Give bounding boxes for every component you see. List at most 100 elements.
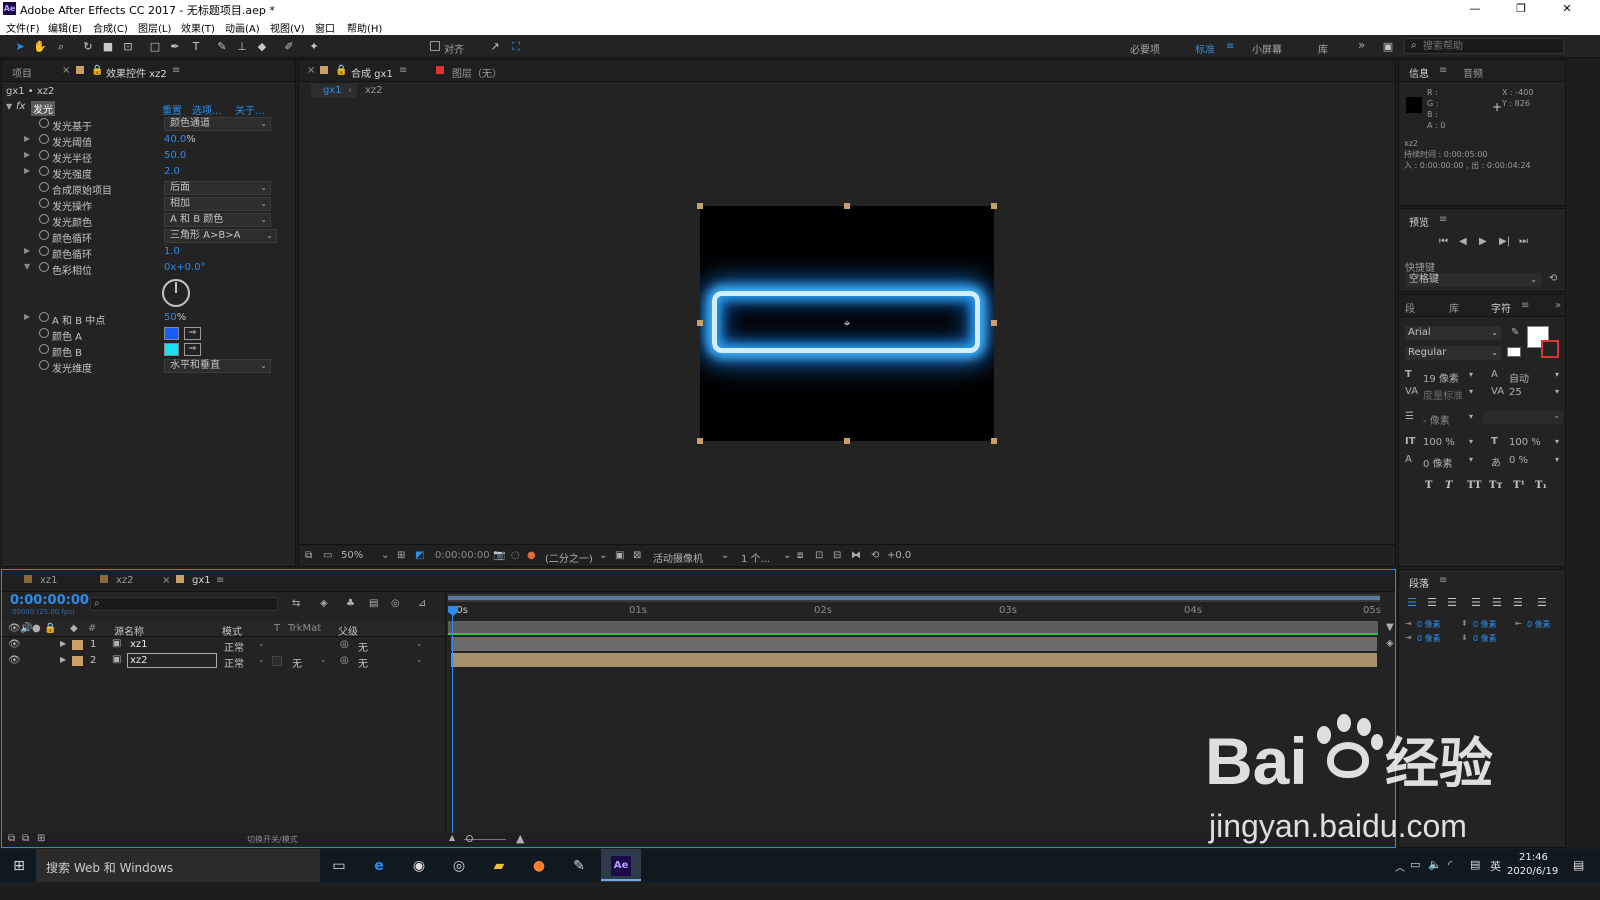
zoom-out-icon[interactable]: ▲ bbox=[449, 833, 455, 842]
exposure-value[interactable]: +0.0 bbox=[887, 550, 911, 561]
current-timecode[interactable]: 0:00:00:00 bbox=[10, 593, 89, 608]
column-parent[interactable]: 父级 bbox=[338, 623, 358, 638]
trkmat-dropdown[interactable]: 无 bbox=[292, 655, 302, 670]
stopwatch-icon[interactable] bbox=[39, 328, 49, 338]
fx-toggle[interactable]: fx bbox=[16, 101, 25, 112]
space-after-value[interactable]: 0 像素 bbox=[1473, 633, 1497, 644]
pickwhip-icon[interactable]: ◎ bbox=[340, 655, 349, 666]
transform-handle[interactable] bbox=[844, 438, 850, 444]
twirl-icon[interactable]: ▶ bbox=[24, 166, 30, 175]
tray-chevron-icon[interactable]: ︿ bbox=[1395, 859, 1405, 874]
mask-visibility-icon[interactable]: ◩ bbox=[415, 550, 424, 561]
zoom-dropdown[interactable]: 50% bbox=[341, 550, 363, 561]
tab-effect-controls[interactable]: 效果控件 xz2 bbox=[106, 65, 167, 80]
stopwatch-icon[interactable] bbox=[39, 134, 49, 144]
font-style-dropdown[interactable]: Regular ⌄ bbox=[1405, 346, 1501, 360]
taskbar-search-box[interactable]: 搜索 Web 和 Windows bbox=[36, 849, 320, 882]
menu-composition[interactable]: 合成(C) bbox=[93, 20, 128, 35]
leading-value[interactable]: 自动 bbox=[1509, 370, 1529, 385]
task-view-icon[interactable]: ▭ bbox=[328, 855, 350, 877]
shortcut-dropdown[interactable]: 空格键 ⌄ bbox=[1405, 273, 1541, 287]
tab-composition[interactable]: 合成 gx1 bbox=[351, 65, 393, 80]
tab-gx1[interactable]: gx1 bbox=[192, 575, 211, 586]
reset-exposure-icon[interactable]: ⟲ bbox=[871, 550, 879, 561]
stopwatch-icon[interactable] bbox=[39, 118, 49, 128]
parent-dropdown[interactable]: 无 bbox=[358, 639, 368, 654]
monitor-icon[interactable]: ▭ bbox=[323, 550, 332, 561]
font-size-value[interactable]: 19 像素 bbox=[1423, 370, 1459, 385]
align-right-icon[interactable]: ☰ bbox=[1447, 596, 1457, 609]
flow-xz2[interactable]: xz2 bbox=[365, 85, 383, 96]
justify-left-icon[interactable]: ☰ bbox=[1471, 596, 1481, 609]
selection-icon[interactable]: ➤ bbox=[12, 39, 28, 54]
tab-character[interactable]: 字符 bbox=[1491, 300, 1511, 315]
transform-handle[interactable] bbox=[697, 438, 703, 444]
column-source-name[interactable]: 源名称 bbox=[114, 623, 144, 638]
next-frame-icon[interactable]: ▶| bbox=[1499, 236, 1510, 247]
snap-checkbox[interactable] bbox=[430, 41, 440, 51]
tab-info[interactable]: 信息 bbox=[1409, 65, 1429, 80]
help-search-box[interactable]: ⌕ bbox=[1404, 38, 1564, 54]
timeline-icon[interactable]: ⊟ bbox=[833, 550, 841, 561]
workspace-libraries[interactable]: 库 bbox=[1318, 41, 1328, 56]
type-icon[interactable]: T bbox=[188, 39, 204, 54]
menu-effect[interactable]: 效果(T) bbox=[181, 20, 215, 35]
collapse-icon[interactable]: ⧉ bbox=[22, 833, 29, 844]
panel-menu-icon[interactable]: ≡ bbox=[1521, 300, 1529, 311]
rotate-icon[interactable]: ↻ bbox=[80, 39, 96, 54]
lock-icon[interactable]: 🔒 bbox=[91, 65, 103, 76]
panel-menu-icon[interactable]: ≡ bbox=[172, 65, 180, 76]
justify-all-icon[interactable]: ☰ bbox=[1537, 596, 1547, 609]
options-link[interactable]: 选项... bbox=[192, 102, 222, 117]
horizontal-scale-value[interactable]: 100 % bbox=[1509, 437, 1541, 448]
stopwatch-icon[interactable] bbox=[39, 166, 49, 176]
stopwatch-icon[interactable] bbox=[39, 230, 49, 240]
graph-editor-icon[interactable]: ⊿ bbox=[418, 598, 426, 609]
pan-behind-icon[interactable]: ⊡ bbox=[120, 39, 136, 54]
transform-handle[interactable] bbox=[991, 203, 997, 209]
work-area-range[interactable] bbox=[448, 596, 1380, 600]
hand-icon[interactable]: ✋ bbox=[32, 39, 48, 54]
prev-frame-icon[interactable]: ◀ bbox=[1459, 236, 1467, 247]
tab-library[interactable]: 库 bbox=[1449, 300, 1459, 315]
layer-bar-xz2[interactable] bbox=[451, 653, 1377, 667]
transform-handle[interactable] bbox=[991, 438, 997, 444]
camera-dropdown[interactable]: 活动摄像机 bbox=[653, 550, 703, 565]
edge-icon[interactable]: e bbox=[368, 855, 390, 877]
puppet-pin-icon[interactable]: ✦ bbox=[306, 39, 322, 54]
layer-bar-xz1[interactable] bbox=[451, 637, 1377, 651]
menu-help[interactable]: 帮助(H) bbox=[347, 20, 382, 35]
pickwhip-icon[interactable]: ◎ bbox=[340, 639, 349, 650]
tab-xz1[interactable]: xz1 bbox=[40, 575, 58, 586]
menu-view[interactable]: 视图(V) bbox=[270, 20, 305, 35]
maximize-button[interactable]: ❐ bbox=[1498, 0, 1544, 18]
brush-icon[interactable]: ✎ bbox=[214, 39, 230, 54]
file-explorer-icon[interactable]: ▰ bbox=[488, 855, 510, 877]
eye-icon[interactable]: 👁 bbox=[8, 655, 21, 666]
notification-icon[interactable]: ▤ bbox=[1470, 858, 1480, 871]
tab-audio[interactable]: 音频 bbox=[1463, 65, 1483, 80]
zoom-in-icon[interactable]: ▲ bbox=[516, 832, 524, 845]
twirl-icon[interactable]: ▶ bbox=[24, 150, 30, 159]
menu-file[interactable]: 文件(F) bbox=[6, 20, 40, 35]
property-dropdown[interactable]: 颜色通道 ⌄ bbox=[164, 117, 271, 131]
tab-layer[interactable]: 图层（无） bbox=[452, 65, 502, 80]
close-tab-icon[interactable]: × bbox=[162, 575, 170, 586]
fast-previews-icon[interactable]: ⊡ bbox=[815, 550, 823, 561]
column-trkmat[interactable]: TrkMat bbox=[288, 623, 321, 634]
help-search-input[interactable] bbox=[1423, 40, 1561, 52]
faux-bold-button[interactable]: T bbox=[1425, 480, 1432, 491]
layer-menu-icon[interactable]: ◈ bbox=[1386, 638, 1394, 649]
views-dropdown[interactable]: 1 个... bbox=[741, 550, 770, 565]
layer-name[interactable]: xz1 bbox=[130, 639, 148, 650]
volume-icon[interactable]: 🔈 bbox=[1428, 858, 1442, 871]
stopwatch-icon[interactable] bbox=[39, 312, 49, 322]
property-value[interactable]: 50.0 bbox=[164, 150, 186, 161]
align-left-icon[interactable]: ☰ bbox=[1407, 596, 1417, 609]
kerning-value[interactable]: 度量标准 bbox=[1423, 387, 1463, 402]
property-dropdown[interactable]: 水平和垂直 ⌄ bbox=[164, 359, 271, 373]
work-area-bar[interactable] bbox=[448, 594, 1380, 602]
indent-right-value[interactable]: 0 像素 bbox=[1527, 619, 1551, 630]
motion-blur-icon[interactable]: ◎ bbox=[391, 598, 400, 609]
eyedropper-icon[interactable]: ⇒ bbox=[184, 327, 201, 340]
